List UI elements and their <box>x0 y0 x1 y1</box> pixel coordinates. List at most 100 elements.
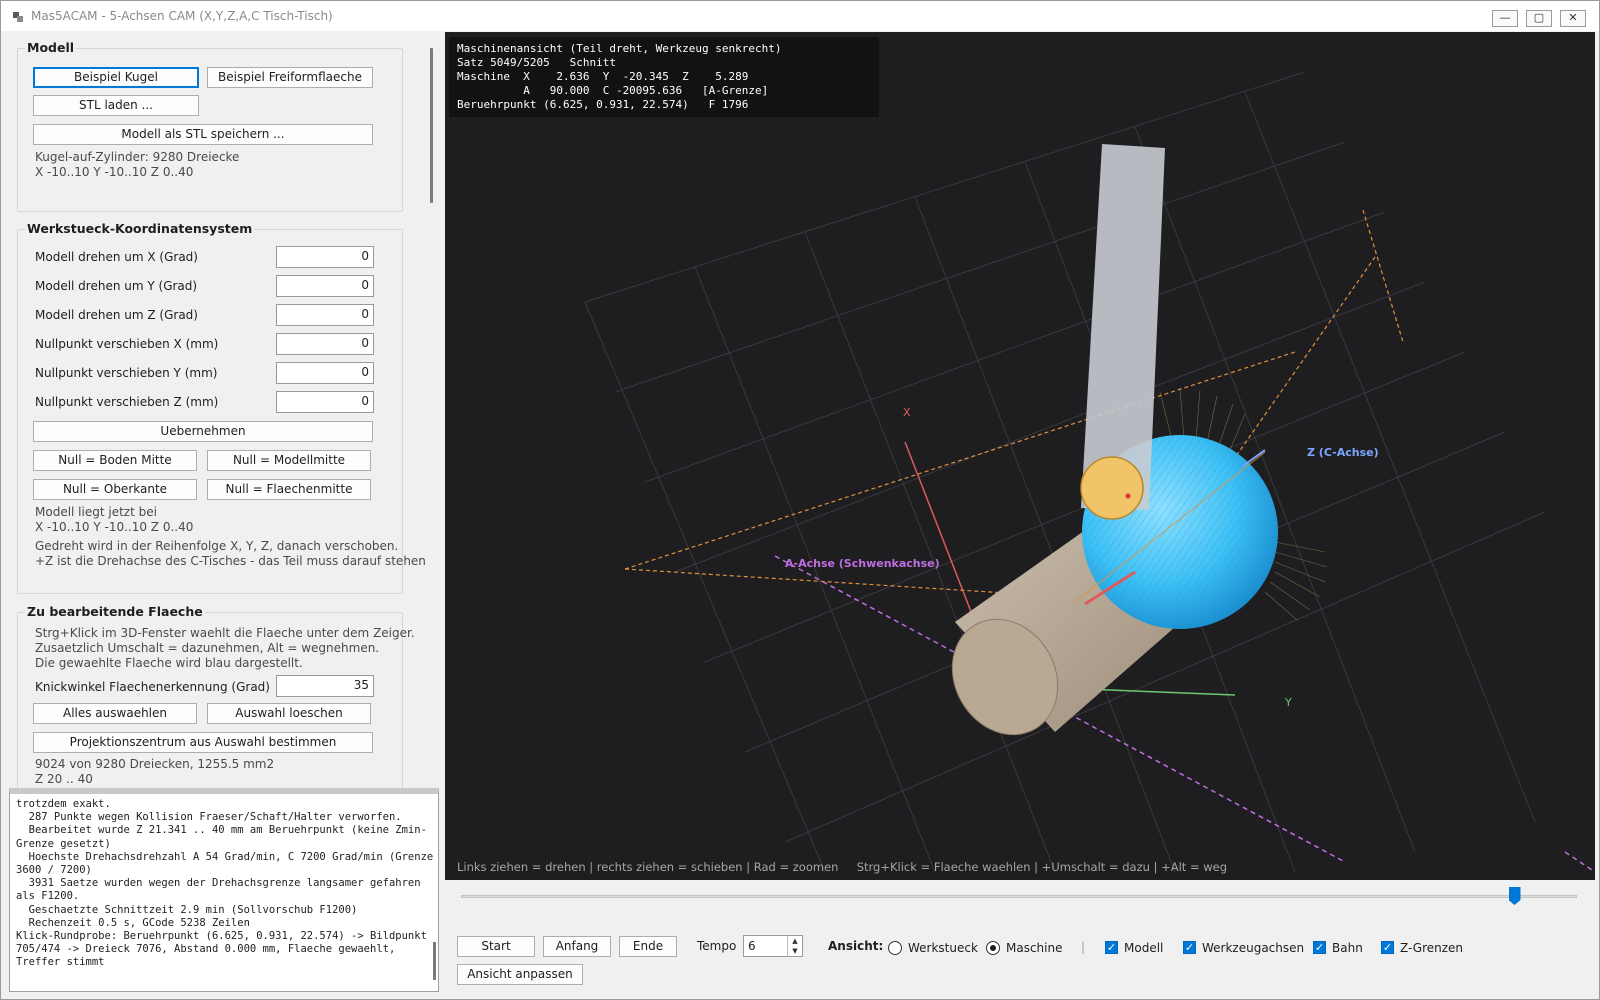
modell-checkbox[interactable]: ✓ <box>1105 941 1118 954</box>
log-line: Hoechste Drehachsdrehzahl A 54 Grad/min,… <box>16 850 434 863</box>
floor-grid <box>584 71 1546 873</box>
log-line: 705/474 -> Dreieck 7076, Abstand 0.000 m… <box>16 943 396 956</box>
contact-point <box>1125 493 1131 499</box>
tempo-value: 6 <box>748 939 756 953</box>
null-boden-mitte-button[interactable]: Null = Boden Mitte <box>33 450 197 471</box>
overlay-line: Beruehrpunkt (6.625, 0.931, 22.574) F 17… <box>457 98 749 111</box>
wks-info-range: X -10..10 Y -10..10 Z 0..40 <box>35 520 194 534</box>
maximize-button[interactable]: ▢ <box>1526 10 1552 27</box>
offset-z-label: Nullpunkt verschieben Z (mm) <box>35 395 219 409</box>
status-overlay-text: Maschinenansicht (Teil dreht, Werkzeug s… <box>457 42 782 112</box>
timeline-thumb[interactable] <box>1508 887 1521 905</box>
log-output[interactable]: trotzdem exakt. 287 Punkte wegen Kollisi… <box>9 788 439 992</box>
log-line: Treffer stimmt <box>16 956 105 969</box>
rot-x-label: Modell drehen um X (Grad) <box>35 250 198 264</box>
panel-scrollbar-thumb[interactable] <box>430 48 433 203</box>
a-axis-tail <box>1564 851 1595 873</box>
z-grenzen-checkbox-label[interactable]: Z-Grenzen <box>1400 941 1463 955</box>
tempo-spinner[interactable]: 6 ▲ ▼ <box>743 935 803 957</box>
stl-laden-button[interactable]: STL laden ... <box>33 95 199 116</box>
null-flaechenmitte-button[interactable]: Null = Flaechenmitte <box>207 479 371 500</box>
rot-y-input[interactable]: 0 <box>276 275 374 297</box>
log-line: Rechenzeit 0.5 s, GCode 5238 Zeilen <box>16 916 250 929</box>
flaeche-info-1: Strg+Klick im 3D-Fenster waehlt die Flae… <box>35 626 415 640</box>
offset-y-input[interactable]: 0 <box>276 362 374 384</box>
werkstueck-radio-label[interactable]: Werkstueck <box>908 941 978 955</box>
panel-scrollbar[interactable] <box>427 32 439 788</box>
auswahl-loeschen-button[interactable]: Auswahl loeschen <box>207 703 371 724</box>
null-oberkante-button[interactable]: Null = Oberkante <box>33 479 197 500</box>
werkstueck-radio[interactable] <box>888 941 902 955</box>
spin-up-icon[interactable]: ▲ <box>787 936 802 946</box>
flaeche-info-3: Die gewaehlte Flaeche wird blau dargeste… <box>35 656 303 670</box>
bahn-checkbox-label[interactable]: Bahn <box>1332 941 1363 955</box>
stl-speichern-button[interactable]: Modell als STL speichern ... <box>33 124 373 145</box>
z-axis-line <box>1242 449 1266 467</box>
overlay-line: Maschinenansicht (Teil dreht, Werkzeug s… <box>457 42 782 55</box>
rot-z-label: Modell drehen um Z (Grad) <box>35 308 198 322</box>
log-line: Geschaetzte Schnittzeit 2.9 min (Sollvor… <box>16 903 358 916</box>
y-axis-label: Y <box>1285 696 1292 709</box>
anfang-button[interactable]: Anfang <box>543 936 611 957</box>
wks-info-liegt: Modell liegt jetzt bei <box>35 505 157 519</box>
maschine-radio[interactable] <box>986 941 1000 955</box>
modell-info-range: X -10..10 Y -10..10 Z 0..40 <box>35 165 194 179</box>
close-button[interactable]: ✕ <box>1560 10 1586 27</box>
overlay-line: Maschine X 2.636 Y -20.345 Z 5.289 <box>457 70 749 83</box>
offset-z-input[interactable]: 0 <box>276 391 374 413</box>
app-icon <box>13 12 23 22</box>
log-scrollbar-thumb[interactable] <box>433 942 436 980</box>
flaeche-info-z: Z 20 .. 40 <box>35 772 93 786</box>
maschine-radio-label[interactable]: Maschine <box>1006 941 1062 955</box>
modell-group-title: Modell <box>25 40 77 55</box>
title-bar: Mas5ACAM - 5-Achsen CAM (X,Y,Z,A,C Tisch… <box>1 1 1599 31</box>
log-text: trotzdem exakt. 287 Punkte wegen Kollisi… <box>16 798 434 970</box>
beispiel-kugel-button[interactable]: Beispiel Kugel <box>33 67 199 88</box>
start-button[interactable]: Start <box>457 936 535 957</box>
log-line: 287 Punkte wegen Kollision Fraeser/Schaf… <box>16 811 402 824</box>
knickwinkel-input[interactable]: 35 <box>276 675 374 697</box>
ansicht-label: Ansicht: <box>828 939 884 953</box>
flaeche-group-title: Zu bearbeitende Flaeche <box>25 604 205 619</box>
werkzeugachsen-checkbox-label[interactable]: Werkzeugachsen <box>1202 941 1304 955</box>
y-axis-line <box>1084 688 1236 696</box>
mouse-hint: Links ziehen = drehen | rechts ziehen = … <box>457 860 1228 874</box>
scene-canvas <box>584 71 1595 873</box>
offset-x-input[interactable]: 0 <box>276 333 374 355</box>
offset-y-label: Nullpunkt verschieben Y (mm) <box>35 366 218 380</box>
log-line: 3600 / 7200) <box>16 864 92 877</box>
settings-panel: Modell Beispiel Kugel Beispiel Freiformf… <box>9 32 439 788</box>
wks-info-axis: +Z ist die Drehachse des C-Tisches - das… <box>35 554 430 568</box>
ansicht-anpassen-button[interactable]: Ansicht anpassen <box>457 964 583 985</box>
alles-auswaehlen-button[interactable]: Alles auswaehlen <box>33 703 197 724</box>
wks-group-title: Werkstueck-Koordinatensystem <box>25 221 255 236</box>
ende-button[interactable]: Ende <box>619 936 677 957</box>
status-overlay: Maschinenansicht (Teil dreht, Werkzeug s… <box>449 37 879 117</box>
overlay-line: Satz 5049/5205 Schnitt <box>457 56 616 69</box>
uebernehmen-button[interactable]: Uebernehmen <box>33 421 373 442</box>
projektionszentrum-button[interactable]: Projektionszentrum aus Auswahl bestimmen <box>33 732 373 753</box>
bahn-checkbox[interactable]: ✓ <box>1313 941 1326 954</box>
rot-x-input[interactable]: 0 <box>276 246 374 268</box>
offset-x-label: Nullpunkt verschieben X (mm) <box>35 337 219 351</box>
separator: | <box>1081 940 1086 954</box>
null-modellmitte-button[interactable]: Null = Modellmitte <box>207 450 371 471</box>
minimize-button[interactable]: — <box>1492 10 1518 27</box>
tempo-label: Tempo <box>697 939 737 953</box>
3d-viewport[interactable]: Maschinenansicht (Teil dreht, Werkzeug s… <box>445 32 1595 880</box>
spin-down-icon[interactable]: ▼ <box>787 946 802 956</box>
z-grenzen-checkbox[interactable]: ✓ <box>1381 941 1394 954</box>
app-window: Mas5ACAM - 5-Achsen CAM (X,Y,Z,A,C Tisch… <box>0 0 1600 1000</box>
cutter-ball <box>1080 456 1144 520</box>
rot-z-input[interactable]: 0 <box>276 304 374 326</box>
flaeche-info-dreiecke: 9024 von 9280 Dreiecken, 1255.5 mm2 <box>35 757 275 771</box>
z-limit-lines <box>624 209 1404 599</box>
modell-checkbox-label[interactable]: Modell <box>1124 941 1163 955</box>
timeline-track[interactable] <box>461 895 1577 898</box>
x-axis-label: X <box>903 406 911 419</box>
rot-y-label: Modell drehen um Y (Grad) <box>35 279 198 293</box>
knickwinkel-label: Knickwinkel Flaechenerkennung (Grad) <box>35 680 270 694</box>
werkzeugachsen-checkbox[interactable]: ✓ <box>1183 941 1196 954</box>
wks-info-order: Gedreht wird in der Reihenfolge X, Y, Z,… <box>35 539 399 553</box>
beispiel-freiform-button[interactable]: Beispiel Freiformflaeche <box>207 67 373 88</box>
